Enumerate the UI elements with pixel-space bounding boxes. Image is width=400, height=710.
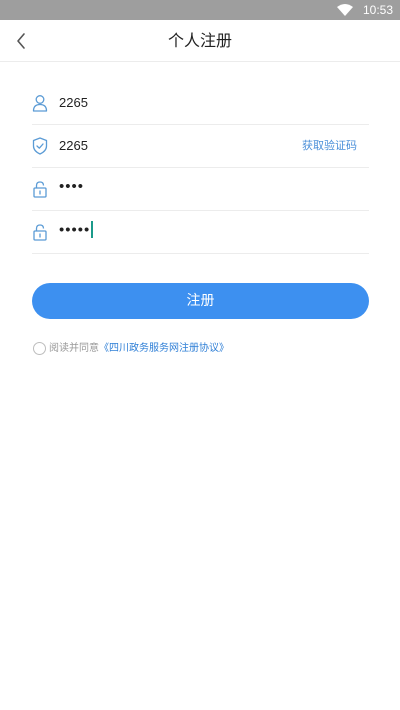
- status-time: 10:53: [362, 3, 393, 17]
- lock-icon: [33, 224, 47, 241]
- password-value: ••••: [59, 178, 85, 195]
- agreement-row: 阅读并同意《四川政务服务网注册协议》: [33, 341, 229, 356]
- verification-code-field[interactable]: 2265 获取验证码: [32, 125, 369, 168]
- text-cursor: [91, 221, 94, 238]
- agreement-link[interactable]: 《四川政务服务网注册协议》: [99, 343, 229, 354]
- username-value: 2265: [59, 95, 88, 110]
- status-bar: 10:53: [0, 0, 400, 20]
- user-icon: [32, 95, 48, 112]
- register-button[interactable]: 注册: [32, 283, 369, 319]
- shield-check-icon: [32, 137, 48, 155]
- lock-icon: [33, 181, 47, 198]
- agreement-prefix: 阅读并同意: [49, 343, 99, 354]
- registration-form: 2265 2265 获取验证码 •••• •••••: [32, 82, 369, 254]
- get-code-button[interactable]: 获取验证码: [302, 139, 357, 153]
- username-field[interactable]: 2265: [32, 82, 369, 125]
- page-title: 个人注册: [167, 31, 232, 50]
- password-field[interactable]: ••••: [32, 168, 369, 211]
- wifi-icon: [337, 4, 353, 16]
- header-bar: 个人注册: [0, 20, 400, 62]
- confirm-password-wrap: •••••: [59, 221, 94, 239]
- confirm-password-value: •••••: [59, 221, 91, 239]
- confirm-password-field[interactable]: •••••: [32, 211, 369, 254]
- verification-code-value: 2265: [59, 138, 88, 153]
- agreement-checkbox[interactable]: [33, 341, 46, 355]
